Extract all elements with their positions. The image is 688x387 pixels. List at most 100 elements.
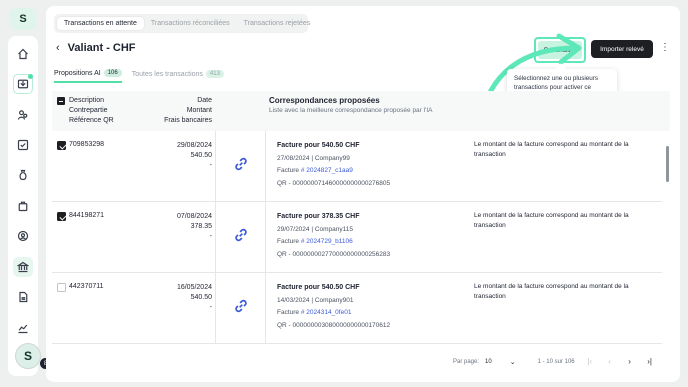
tab-all-transactions[interactable]: Toutes les transactions 413 xyxy=(132,69,224,83)
tab-ai-proposals[interactable]: Propositions AI 106 xyxy=(54,69,122,83)
status-tabs: Transactions en attente Transactions réc… xyxy=(54,14,310,33)
reconcile-button[interactable]: Réconcilier xyxy=(538,41,582,59)
proposed-match[interactable]: Facture pour 540.50 CHF 14/03/2024 | Com… xyxy=(277,282,390,332)
sidebar-item-contacts[interactable] xyxy=(13,105,33,125)
header-bank-fees: Frais bancaires xyxy=(164,117,212,124)
last-page-button[interactable]: ›| xyxy=(645,357,655,366)
transaction-date: 29/08/2024 xyxy=(176,142,212,149)
reconcile-button-highlight: Réconcilier xyxy=(534,37,586,63)
table-row[interactable]: 442370711 16/05/2024 540.50 - Facture po… xyxy=(52,273,662,344)
header-amount: Montant xyxy=(186,107,212,114)
transaction-date: 16/05/2024 xyxy=(176,284,212,291)
column-divider xyxy=(215,273,216,343)
more-options-icon[interactable]: ⋮ xyxy=(660,42,670,53)
tab-reconciled[interactable]: Transactions réconciliées xyxy=(144,17,237,30)
sidebar-item-documents[interactable] xyxy=(13,287,33,307)
sidebar-item-tasks[interactable] xyxy=(13,135,33,155)
sidebar-item-profile[interactable] xyxy=(13,226,33,246)
sidebar-item-bank[interactable] xyxy=(13,257,33,277)
user-avatar[interactable]: S xyxy=(15,343,41,369)
sidebar-item-purchases[interactable] xyxy=(13,196,33,216)
transaction-values: 07/08/2024 378.35 - xyxy=(152,212,212,242)
invoice-link[interactable]: # 2024827_c1aa9 xyxy=(301,167,353,174)
column-divider xyxy=(265,202,266,272)
sidebar-item-inbox[interactable] xyxy=(13,74,33,94)
bank-icon xyxy=(17,261,29,273)
header-date-column: Date Montant Frais bancaires xyxy=(152,96,212,126)
transaction-amount: 540.50 xyxy=(190,294,212,301)
page-title: Valiant - CHF xyxy=(67,42,136,54)
pagination: Par page: 10 ⌄ 1 - 10 sur 106 |‹ ‹ › ›| xyxy=(453,357,655,366)
sidebar-item-payments[interactable] xyxy=(13,165,33,185)
table-row[interactable]: 709853298 29/08/2024 540.50 - Facture po… xyxy=(52,131,662,202)
column-divider xyxy=(265,131,266,201)
per-page-select[interactable]: 10 xyxy=(485,359,492,365)
transaction-reference: 709853298 xyxy=(69,141,105,148)
transaction-values: 16/05/2024 540.50 - xyxy=(152,283,212,313)
per-page-label: Par page: xyxy=(453,358,480,365)
link-icon[interactable] xyxy=(234,228,248,242)
proposed-match[interactable]: Facture pour 540.50 CHF 27/08/2024 | Com… xyxy=(277,140,390,190)
transaction-values: 29/08/2024 540.50 - xyxy=(152,141,212,171)
match-date-company: 27/08/2024 | Company99 xyxy=(277,154,350,162)
invoice-link[interactable]: # 2024314_0fe01 xyxy=(301,309,352,316)
sidebar: S xyxy=(4,4,40,382)
view-tabs: Propositions AI 106 Toutes les transacti… xyxy=(54,69,224,83)
header-matches-subtitle: Liste avec la meilleure correspondance p… xyxy=(269,107,433,114)
match-qr: QR - 000000071460000000000276805 xyxy=(277,179,391,187)
table-header: Description Contrepartie Référence QR Da… xyxy=(52,91,670,131)
chevron-down-icon[interactable]: ⌄ xyxy=(510,358,516,366)
header-counterparty: Contrepartie xyxy=(69,107,108,114)
table-row[interactable]: 844198271 07/08/2024 378.35 - Facture po… xyxy=(52,202,662,273)
row-checkbox[interactable] xyxy=(57,283,66,292)
chevron-left-icon[interactable]: ‹ xyxy=(56,42,60,54)
notification-dot xyxy=(28,74,33,79)
table-scrollbar[interactable] xyxy=(666,146,669,182)
match-date-company: 14/03/2024 | Company901 xyxy=(277,296,354,304)
previous-page-button[interactable]: ‹ xyxy=(605,357,615,366)
checklist-icon xyxy=(17,139,29,151)
first-page-button[interactable]: |‹ xyxy=(585,357,595,366)
page-header: ‹ Valiant - CHF xyxy=(56,42,136,54)
match-invoice-line: Facture # 2024314_0fe01 xyxy=(277,307,390,320)
transaction-fees: - xyxy=(209,233,212,240)
proposed-match[interactable]: Facture pour 378.35 CHF 29/07/2024 | Com… xyxy=(277,211,390,261)
header-description: Description xyxy=(69,97,105,104)
match-invoice-prefix: Facture xyxy=(277,167,301,174)
header-matches-column: Correspondances proposées Liste avec la … xyxy=(269,96,432,114)
link-icon[interactable] xyxy=(234,299,248,313)
sidebar-item-reports[interactable] xyxy=(13,318,33,338)
header-qr-reference: Référence QR xyxy=(69,117,114,124)
select-all-checkbox[interactable] xyxy=(57,97,65,105)
row-checkbox[interactable] xyxy=(57,212,66,221)
column-divider xyxy=(215,202,216,272)
tab-pending[interactable]: Transactions en attente xyxy=(57,17,144,30)
transaction-amount: 378.35 xyxy=(190,223,212,230)
row-checkbox[interactable] xyxy=(57,141,66,150)
import-statement-button[interactable]: Importer relevé xyxy=(591,40,653,58)
chart-icon xyxy=(18,324,28,334)
match-date-company: 29/07/2024 | Company115 xyxy=(277,225,354,233)
money-bag-icon xyxy=(19,169,27,181)
next-page-button[interactable]: › xyxy=(625,357,635,366)
home-icon xyxy=(18,48,28,60)
tab-all-transactions-label: Toutes les transactions xyxy=(131,70,203,78)
match-reason: Le montant de la facture correspond au m… xyxy=(474,212,629,229)
transaction-reference: 442370711 xyxy=(69,283,104,290)
user-circle-icon xyxy=(17,230,29,242)
transaction-date: 07/08/2024 xyxy=(176,213,212,220)
match-title: Facture pour 378.35 CHF xyxy=(277,213,360,220)
users-icon xyxy=(17,110,28,120)
match-reason: Le montant de la facture correspond au m… xyxy=(474,141,629,158)
tab-rejected[interactable]: Transactions rejetées xyxy=(237,17,318,30)
link-icon[interactable] xyxy=(234,157,248,171)
app-logo[interactable]: S xyxy=(10,8,36,30)
transaction-fees: - xyxy=(209,162,212,169)
sidebar-item-home[interactable] xyxy=(13,44,33,64)
column-divider xyxy=(265,273,266,343)
match-invoice-line: Facture # 2024729_b1106 xyxy=(277,236,390,249)
transaction-amount: 540.50 xyxy=(190,152,212,159)
match-title: Facture pour 540.50 CHF xyxy=(277,142,360,149)
invoice-link[interactable]: # 2024729_b1106 xyxy=(301,238,353,245)
page-range: 1 - 10 sur 106 xyxy=(537,358,575,365)
